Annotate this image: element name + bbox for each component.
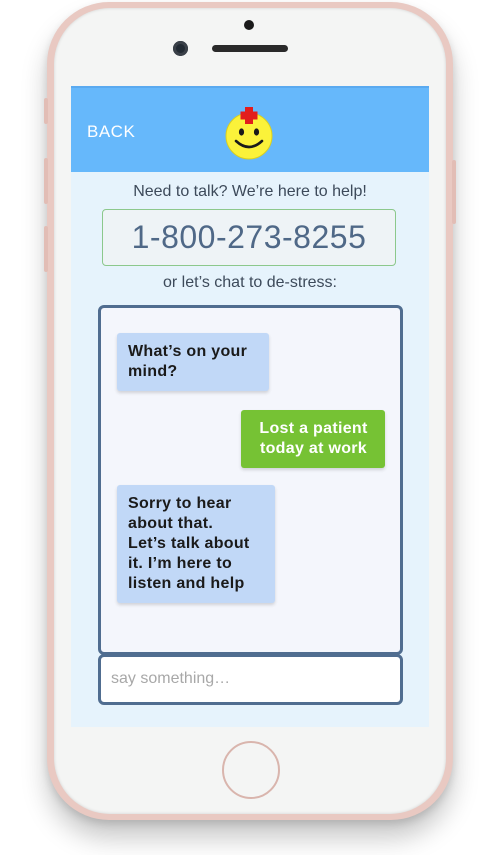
app-header: BACK — [71, 86, 429, 172]
chat-panel[interactable]: What’s on your mind? Lost a patient toda… — [98, 305, 403, 655]
home-button[interactable] — [222, 741, 280, 799]
volume-up-button — [44, 158, 48, 204]
proximity-sensor — [244, 20, 254, 30]
power-button — [452, 160, 456, 224]
back-button[interactable]: BACK — [87, 122, 135, 142]
help-prompt: Need to talk? We’re here to help! — [133, 183, 367, 200]
user-message: Lost a patient today at work — [241, 410, 385, 468]
volume-down-button — [44, 226, 48, 272]
app-screen: BACK Need to talk? We’re here to help! 1… — [71, 86, 429, 727]
bot-message: What’s on your mind? — [117, 333, 269, 391]
message-input[interactable] — [105, 661, 390, 696]
earpiece-speaker — [212, 45, 288, 52]
chat-prompt: or let’s chat to de-stress: — [163, 274, 337, 291]
mute-switch — [44, 98, 48, 124]
message-input-box — [98, 654, 403, 705]
front-camera — [173, 41, 188, 56]
bot-message: Sorry to hear about that. Let’s talk abo… — [117, 485, 275, 603]
smiley-nurse-icon — [225, 107, 273, 160]
hotline-number[interactable]: 1-800-273-8255 — [102, 209, 396, 266]
